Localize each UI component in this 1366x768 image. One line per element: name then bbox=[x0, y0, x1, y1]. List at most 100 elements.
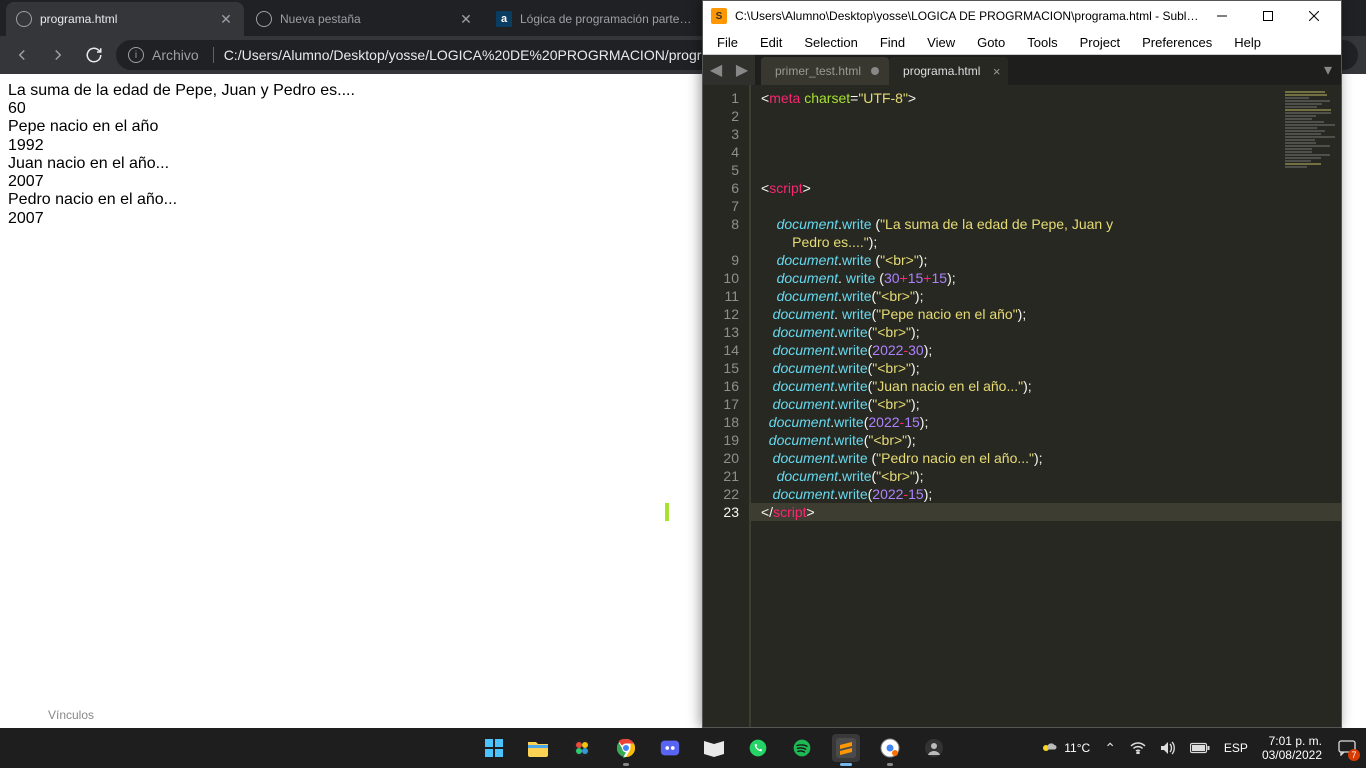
code-area[interactable]: <meta charset="UTF-8"> <script> document.… bbox=[751, 85, 1341, 727]
back-button[interactable] bbox=[8, 41, 36, 69]
line-number: 22 bbox=[703, 485, 739, 503]
weather-widget[interactable]: 11°C bbox=[1040, 739, 1090, 757]
minimap[interactable] bbox=[1283, 89, 1339, 249]
editor-tab[interactable]: programa.html × bbox=[889, 57, 1008, 85]
code-line[interactable]: document. write("Pepe nacio en el año"); bbox=[761, 305, 1341, 323]
photos-icon[interactable] bbox=[568, 734, 596, 762]
reload-button[interactable] bbox=[80, 41, 108, 69]
clock-date: 03/08/2022 bbox=[1262, 748, 1322, 762]
code-line[interactable]: document.write("<br>"); bbox=[761, 323, 1341, 341]
code-line[interactable] bbox=[761, 161, 1341, 179]
spotify-icon[interactable] bbox=[788, 734, 816, 762]
menu-edit[interactable]: Edit bbox=[750, 33, 792, 52]
code-line[interactable] bbox=[761, 125, 1341, 143]
chrome-tab-1[interactable]: Nueva pestaña✕ bbox=[246, 2, 484, 36]
line-number: 7 bbox=[703, 197, 739, 215]
code-line[interactable]: document.write("<br>"); bbox=[761, 431, 1341, 449]
clock-time: 7:01 p. m. bbox=[1262, 734, 1322, 748]
code-line[interactable]: document.write("<br>"); bbox=[761, 395, 1341, 413]
battery-icon[interactable] bbox=[1190, 742, 1210, 754]
menu-preferences[interactable]: Preferences bbox=[1132, 33, 1222, 52]
code-line[interactable]: </script> bbox=[751, 503, 1341, 521]
close-button[interactable] bbox=[1291, 1, 1337, 31]
sublime-editor[interactable]: 1234567891011121314151617181920212223 <m… bbox=[703, 85, 1341, 727]
forward-button[interactable] bbox=[44, 41, 72, 69]
wifi-icon[interactable] bbox=[1130, 742, 1146, 754]
chrome-icon[interactable] bbox=[612, 734, 640, 762]
menu-goto[interactable]: Goto bbox=[967, 33, 1015, 52]
book-icon[interactable] bbox=[700, 734, 728, 762]
url-scheme: Archivo bbox=[152, 47, 199, 63]
tab-nav-left[interactable]: ◀ bbox=[703, 55, 729, 85]
editor-tab-label: primer_test.html bbox=[775, 64, 861, 78]
notification-count: 7 bbox=[1348, 749, 1360, 761]
code-line[interactable] bbox=[761, 143, 1341, 161]
maximize-button[interactable] bbox=[1245, 1, 1291, 31]
bookmarks-label[interactable]: Vínculos bbox=[48, 708, 94, 722]
code-line[interactable]: document.write(2022-15); bbox=[761, 413, 1341, 431]
code-line[interactable]: <script> bbox=[761, 179, 1341, 197]
menu-file[interactable]: File bbox=[707, 33, 748, 52]
code-line[interactable]: document.write(2022-30); bbox=[761, 341, 1341, 359]
line-number: 16 bbox=[703, 377, 739, 395]
menu-project[interactable]: Project bbox=[1070, 33, 1130, 52]
language-indicator[interactable]: ESP bbox=[1224, 741, 1248, 755]
chrome-tab-2[interactable]: aLógica de programación parte 1:✕ bbox=[486, 2, 724, 36]
code-line[interactable]: document.write("Juan nacio en el año..."… bbox=[761, 377, 1341, 395]
a-favicon-icon: a bbox=[496, 11, 512, 27]
menu-view[interactable]: View bbox=[917, 33, 965, 52]
sublime-title: C:\Users\Alumno\Desktop\yosse\LOGICA DE … bbox=[735, 9, 1199, 23]
code-line[interactable]: document.write ("Pedro nacio en el año..… bbox=[761, 449, 1341, 467]
profile-icon[interactable] bbox=[920, 734, 948, 762]
line-number: 2 bbox=[703, 107, 739, 125]
sublime-titlebar[interactable]: S C:\Users\Alumno\Desktop\yosse\LOGICA D… bbox=[703, 1, 1341, 31]
code-line[interactable]: document.write("<br>"); bbox=[761, 467, 1341, 485]
code-line[interactable] bbox=[761, 107, 1341, 125]
line-number: 1 bbox=[703, 89, 739, 107]
weather-temp: 11°C bbox=[1064, 741, 1090, 755]
tab-overflow-button[interactable]: ▾ bbox=[1315, 55, 1341, 85]
taskbar-right: 11°C ⌃ ESP 7:01 p. m. 03/08/2022 7 bbox=[1040, 734, 1358, 763]
code-line[interactable]: document.write ("La suma de la edad de P… bbox=[761, 215, 1341, 233]
chrome-alt-icon[interactable] bbox=[876, 734, 904, 762]
code-line[interactable]: document. write (30+15+15); bbox=[761, 269, 1341, 287]
url-separator bbox=[213, 47, 214, 63]
file-explorer-icon[interactable] bbox=[524, 734, 552, 762]
tray-chevron-icon[interactable]: ⌃ bbox=[1104, 740, 1116, 757]
whatsapp-icon[interactable] bbox=[744, 734, 772, 762]
code-line[interactable]: document.write("<br>"); bbox=[761, 359, 1341, 377]
menu-help[interactable]: Help bbox=[1224, 33, 1271, 52]
code-line[interactable]: <meta charset="UTF-8"> bbox=[761, 89, 1341, 107]
line-number: 6 bbox=[703, 179, 739, 197]
line-number: 10 bbox=[703, 269, 739, 287]
code-line[interactable]: Pedro es...."); bbox=[761, 233, 1341, 251]
tab-close-icon[interactable]: × bbox=[993, 64, 1001, 79]
line-number: 3 bbox=[703, 125, 739, 143]
code-line[interactable]: document.write("<br>"); bbox=[761, 287, 1341, 305]
editor-tab-label: programa.html bbox=[903, 64, 980, 78]
discord-icon[interactable] bbox=[656, 734, 684, 762]
chrome-tab-0[interactable]: programa.html✕ bbox=[6, 2, 244, 36]
weather-icon bbox=[1040, 739, 1058, 757]
code-line[interactable]: document.write ("<br>"); bbox=[761, 251, 1341, 269]
line-number: 9 bbox=[703, 251, 739, 269]
site-info-icon[interactable]: i bbox=[128, 47, 144, 63]
line-number: 23 bbox=[703, 503, 739, 521]
menu-tools[interactable]: Tools bbox=[1017, 33, 1067, 52]
line-number: 14 bbox=[703, 341, 739, 359]
tab-close-icon[interactable]: ✕ bbox=[458, 11, 474, 27]
tab-nav-right[interactable]: ▶ bbox=[729, 55, 755, 85]
minimize-button[interactable] bbox=[1199, 1, 1245, 31]
clock[interactable]: 7:01 p. m. 03/08/2022 bbox=[1262, 734, 1322, 763]
start-button[interactable] bbox=[480, 734, 508, 762]
menu-selection[interactable]: Selection bbox=[794, 33, 867, 52]
notifications-button[interactable]: 7 bbox=[1336, 737, 1358, 759]
sublime-tab-strip: ◀ ▶ primer_test.html programa.html × ▾ bbox=[703, 55, 1341, 85]
menu-find[interactable]: Find bbox=[870, 33, 915, 52]
code-line[interactable] bbox=[761, 197, 1341, 215]
tab-close-icon[interactable]: ✕ bbox=[218, 11, 234, 27]
volume-icon[interactable] bbox=[1160, 741, 1176, 755]
sublime-taskbar-icon[interactable] bbox=[832, 734, 860, 762]
code-line[interactable]: document.write(2022-15); bbox=[761, 485, 1341, 503]
editor-tab[interactable]: primer_test.html bbox=[761, 57, 889, 85]
